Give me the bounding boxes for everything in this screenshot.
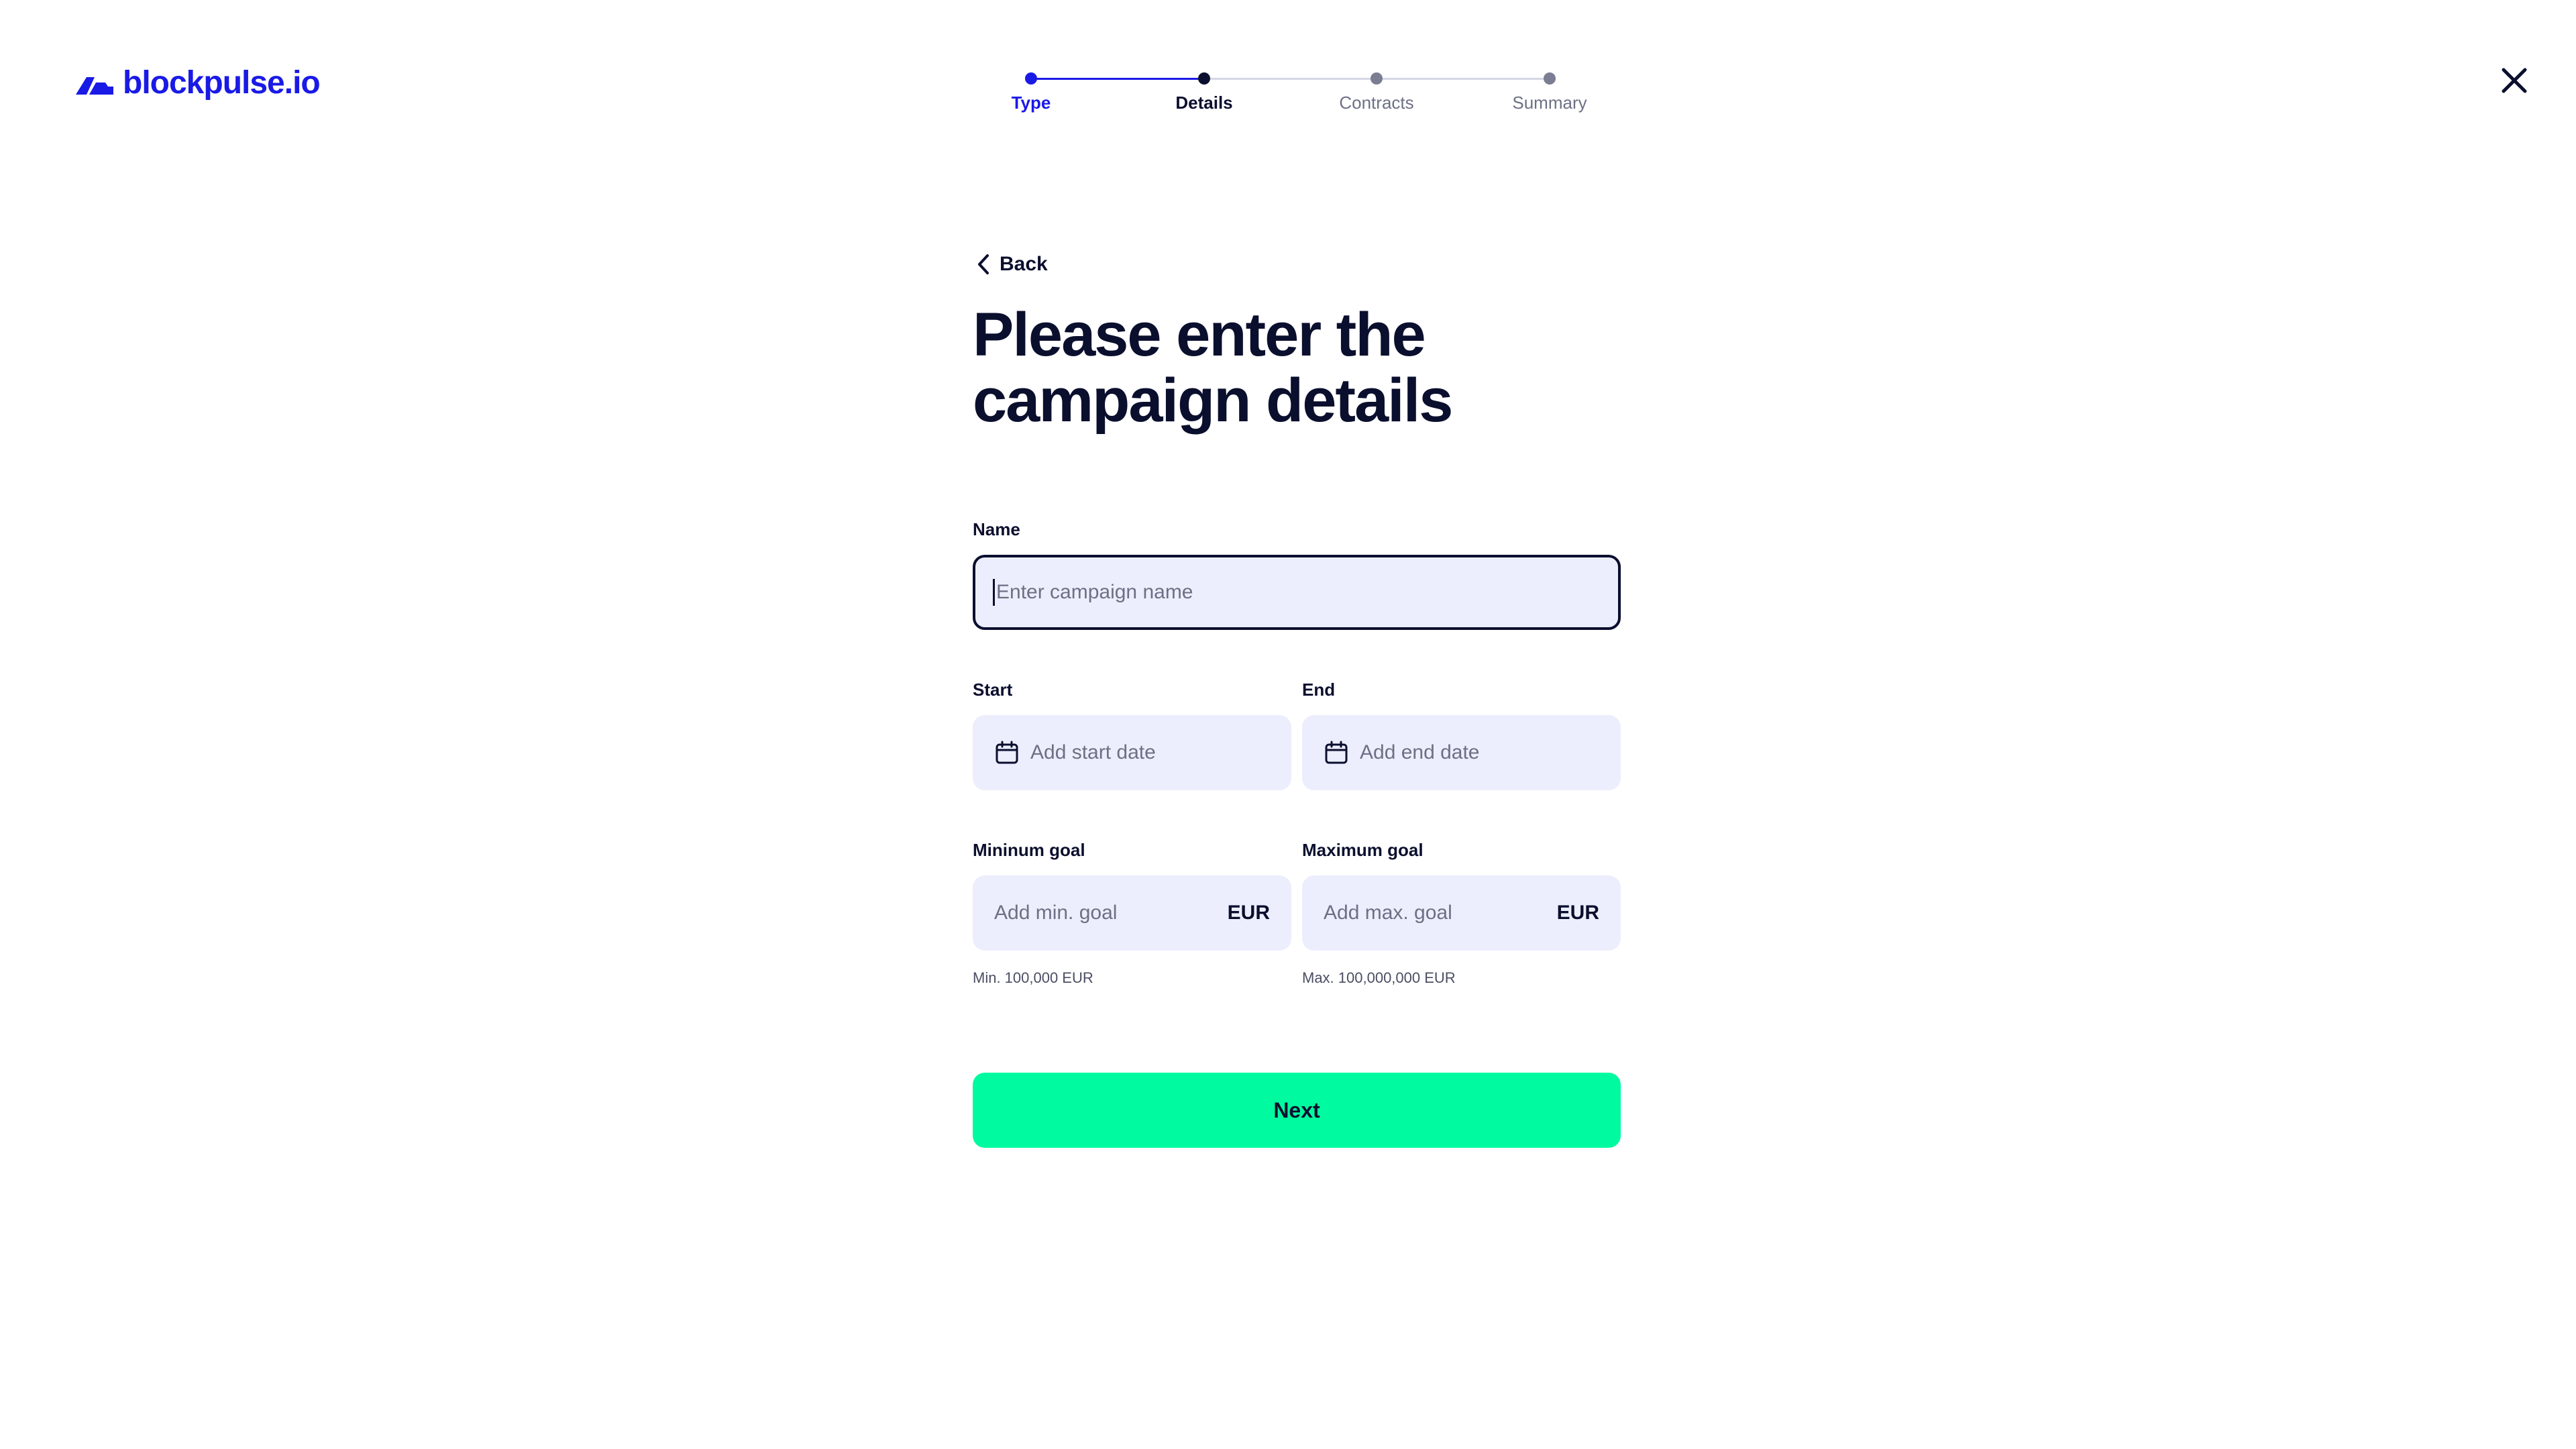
max-goal-currency: EUR [1556,902,1599,924]
close-button[interactable] [2500,66,2529,95]
min-goal-currency: EUR [1227,902,1270,924]
blockpulse-logo-icon [76,76,113,95]
end-field-group: End Add end date [1302,680,1621,790]
calendar-icon [994,740,1020,765]
start-date-input[interactable]: Add start date [973,715,1291,790]
close-icon [2502,68,2527,93]
step-details[interactable]: Details [1150,67,1258,113]
step-label: Type [1011,93,1051,113]
progress-stepper: Type Details Contracts Summary [1006,67,1590,127]
calendar-icon [1324,740,1349,765]
page-title: Please enter the campaign details [973,301,1453,435]
step-dot [1371,72,1383,85]
step-label: Summary [1512,93,1587,113]
campaign-name-placeholder: Enter campaign name [996,581,1193,603]
end-label: End [1302,680,1336,700]
goal-row: Mininum goal Add min. goal EUR Min. 100,… [973,840,1621,987]
min-goal-label: Mininum goal [973,840,1085,860]
brand-name: blockpulse.io [123,65,321,101]
chevron-left-icon [978,254,989,274]
back-label: Back [1000,253,1048,275]
max-goal-label: Maximum goal [1302,840,1424,860]
campaign-name-input[interactable]: Enter campaign name [973,555,1621,630]
next-button[interactable]: Next [973,1073,1621,1148]
back-button[interactable]: Back [977,248,1071,280]
step-label: Details [1175,93,1233,113]
step-dot [1025,72,1037,85]
step-dot [1544,72,1556,85]
min-goal-hint: Min. 100,000 EUR [973,969,1093,986]
max-goal-input[interactable]: Add max. goal EUR [1302,875,1621,951]
min-goal-input[interactable]: Add min. goal EUR [973,875,1291,951]
start-date-placeholder: Add start date [1030,741,1156,763]
text-caret [993,579,995,606]
min-goal-placeholder: Add min. goal [994,902,1118,924]
campaign-details-form: Back Please enter the campaign details N… [973,248,1621,1148]
max-goal-hint: Max. 100,000,000 EUR [1302,969,1456,986]
step-dot [1198,72,1210,85]
name-label: Name [973,519,1020,539]
end-date-placeholder: Add end date [1360,741,1480,763]
min-goal-field-group: Mininum goal Add min. goal EUR Min. 100,… [973,840,1291,987]
step-contracts[interactable]: Contracts [1323,67,1430,113]
brand-logo[interactable]: blockpulse.io [76,64,321,101]
max-goal-field-group: Maximum goal Add max. goal EUR Max. 100,… [1302,840,1621,987]
step-label: Contracts [1339,93,1414,113]
step-summary[interactable]: Summary [1496,67,1603,113]
end-date-input[interactable]: Add end date [1302,715,1621,790]
start-field-group: Start Add start date [973,680,1291,790]
start-label: Start [973,680,1013,700]
name-field-group: Name Enter campaign name [973,519,1621,630]
step-type[interactable]: Type [977,67,1085,113]
max-goal-placeholder: Add max. goal [1324,902,1452,924]
date-row: Start Add start date End Add end date [973,680,1621,790]
